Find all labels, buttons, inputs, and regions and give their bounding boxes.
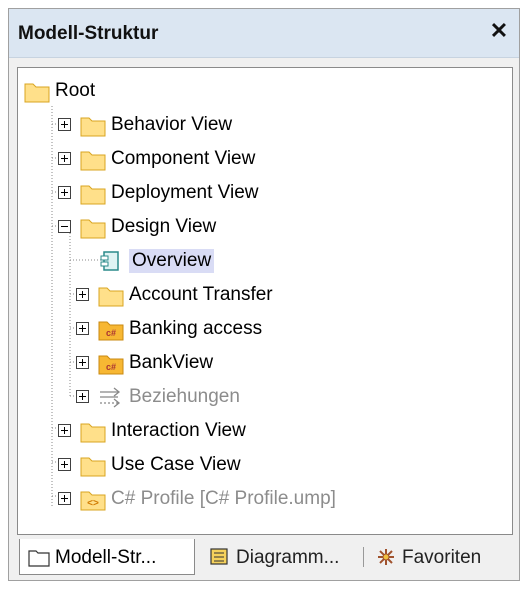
expand-icon[interactable] xyxy=(58,186,71,199)
panel-title: Modell-Struktur xyxy=(18,23,159,44)
folder-icon xyxy=(80,419,106,443)
model-tree[interactable]: Root Behavior View Component View Deploymen… xyxy=(17,67,513,535)
folder-outline-icon xyxy=(28,547,50,567)
expand-icon[interactable] xyxy=(58,118,71,131)
tree-item-label: Account Transfer xyxy=(129,284,273,305)
tree-item-label: Interaction View xyxy=(111,420,246,441)
expand-icon[interactable] xyxy=(76,390,89,403)
relations-icon xyxy=(98,385,124,409)
expand-icon[interactable] xyxy=(76,322,89,335)
panel-titlebar: Modell-Struktur ✕ xyxy=(9,9,519,58)
tab-modell-struktur[interactable]: Modell-Str... xyxy=(19,539,195,575)
tree-item-label: Banking access xyxy=(129,318,263,339)
folder-icon xyxy=(80,215,106,239)
tree-item-label: Component View xyxy=(111,148,256,169)
folder-icon xyxy=(80,181,106,205)
tab-label: Modell-Str... xyxy=(55,547,157,568)
tree-item-label: Use Case View xyxy=(111,454,241,475)
folder-icon xyxy=(80,147,106,171)
tree-item[interactable]: Overview xyxy=(18,246,508,276)
csharp-namespace-icon: c# xyxy=(98,317,124,341)
folder-icon xyxy=(98,283,124,307)
panel-tab-strip: Modell-Str... Diagramm... Favoriten xyxy=(17,539,513,577)
tab-diagramm[interactable]: Diagramm... xyxy=(201,539,359,575)
svg-text:<>: <> xyxy=(87,498,99,509)
diagram-icon xyxy=(98,249,124,273)
expand-icon[interactable] xyxy=(76,356,89,369)
expand-icon[interactable] xyxy=(58,458,71,471)
folder-icon xyxy=(80,113,106,137)
tab-label: Diagramm... xyxy=(236,547,340,568)
folder-icon xyxy=(80,453,106,477)
tree-item[interactable]: c# BankView xyxy=(18,348,508,378)
model-structure-panel: Modell-Struktur ✕ Root Behavior View Com… xyxy=(8,8,520,581)
tree-item-label: Overview xyxy=(129,249,215,273)
tree-item-label: Behavior View xyxy=(111,114,233,135)
tree-item[interactable]: Deployment View xyxy=(18,178,508,208)
tree-item[interactable]: Behavior View xyxy=(18,110,508,140)
tree-item[interactable]: Component View xyxy=(18,144,508,174)
tree-item[interactable]: Interaction View xyxy=(18,416,508,446)
tree-item[interactable]: Design View xyxy=(18,212,508,242)
diagram-tree-icon xyxy=(209,547,231,567)
tree-item[interactable]: <> C# Profile [C# Profile.ump] xyxy=(18,484,508,514)
close-icon[interactable]: ✕ xyxy=(487,19,511,43)
tree-item-label: Beziehungen xyxy=(129,386,240,407)
folder-icon xyxy=(24,79,50,103)
tab-separator xyxy=(363,547,364,567)
tree-item-label: Deployment View xyxy=(111,182,259,203)
tree-item-label: Root xyxy=(55,80,96,101)
tab-favoriten[interactable]: Favoriten xyxy=(367,539,507,575)
favorites-icon xyxy=(375,547,397,567)
expand-icon[interactable] xyxy=(58,152,71,165)
tree-item[interactable]: Account Transfer xyxy=(18,280,508,310)
profile-icon: <> xyxy=(80,487,106,511)
svg-text:c#: c# xyxy=(106,362,116,372)
expand-icon[interactable] xyxy=(58,424,71,437)
expand-icon[interactable] xyxy=(76,288,89,301)
collapse-icon[interactable] xyxy=(58,220,71,233)
tree-item-label: BankView xyxy=(129,352,214,373)
tree-item-label: C# Profile [C# Profile.ump] xyxy=(111,488,336,509)
tree-item[interactable]: Use Case View xyxy=(18,450,508,480)
tree-item[interactable]: Root xyxy=(18,76,508,106)
tree-item[interactable]: c# Banking access xyxy=(18,314,508,344)
tree-item[interactable]: Beziehungen xyxy=(18,382,508,412)
tab-label: Favoriten xyxy=(402,547,482,568)
tree-item-label: Design View xyxy=(111,216,217,237)
svg-text:c#: c# xyxy=(106,328,116,338)
expand-icon[interactable] xyxy=(58,492,71,505)
csharp-namespace-icon: c# xyxy=(98,351,124,375)
